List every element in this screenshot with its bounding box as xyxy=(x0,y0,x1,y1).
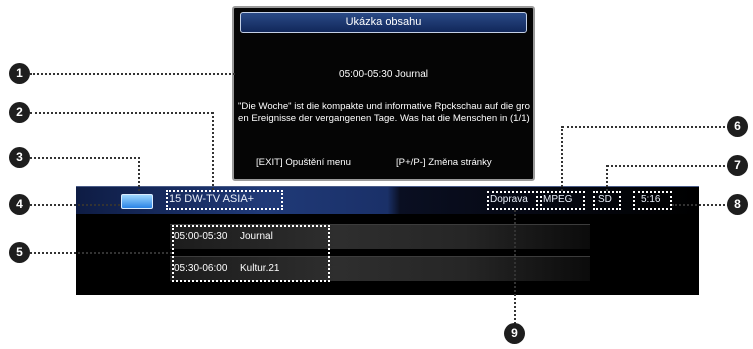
leader-line-2 xyxy=(30,112,213,114)
callout-8: 8 xyxy=(727,194,748,215)
preview-program-time: 05:00-05:30 Journal xyxy=(339,69,428,80)
leader-line-4 xyxy=(30,204,120,206)
callout-1: 1 xyxy=(9,63,30,84)
preview-window: Ukázka obsahu 05:00-05:30 Journal "Die W… xyxy=(232,6,535,181)
leader-line-9 xyxy=(514,210,516,324)
help-page-hint: [P+/P-] Změna stránky xyxy=(396,157,492,168)
leader-line-2-drop xyxy=(212,112,214,190)
highlight-clock xyxy=(633,191,672,210)
highlight-definition xyxy=(593,191,621,210)
leader-line-7 xyxy=(607,165,729,167)
leader-line-3-drop xyxy=(138,157,140,191)
callout-2: 2 xyxy=(9,102,30,123)
highlight-channel xyxy=(166,190,283,210)
callout-5: 5 xyxy=(9,242,30,263)
leader-line-6-drop xyxy=(561,126,563,191)
highlight-epg xyxy=(172,225,330,282)
leader-line-8 xyxy=(672,204,729,206)
highlight-format xyxy=(540,191,585,210)
preview-description: "Die Woche" ist die kompakte und informa… xyxy=(238,101,530,124)
callout-7: 7 xyxy=(727,155,748,176)
preview-help-bar: [EXIT] Opuštění menu [P+/P-] Změna strán… xyxy=(234,157,533,171)
preview-title: Ukázka obsahu xyxy=(240,12,527,33)
leader-line-3 xyxy=(30,157,140,159)
highlight-language xyxy=(487,191,538,210)
help-exit-hint: [EXIT] Opuštění menu xyxy=(256,157,351,168)
callout-4: 4 xyxy=(9,194,30,215)
leader-line-7-drop xyxy=(606,165,608,191)
callout-9: 9 xyxy=(504,323,525,344)
callout-3: 3 xyxy=(9,147,30,168)
leader-line-6 xyxy=(562,126,729,128)
highlight-tv-icon xyxy=(120,191,156,211)
callout-6: 6 xyxy=(727,116,748,137)
leader-line-1 xyxy=(30,73,235,75)
leader-line-5 xyxy=(30,252,172,254)
